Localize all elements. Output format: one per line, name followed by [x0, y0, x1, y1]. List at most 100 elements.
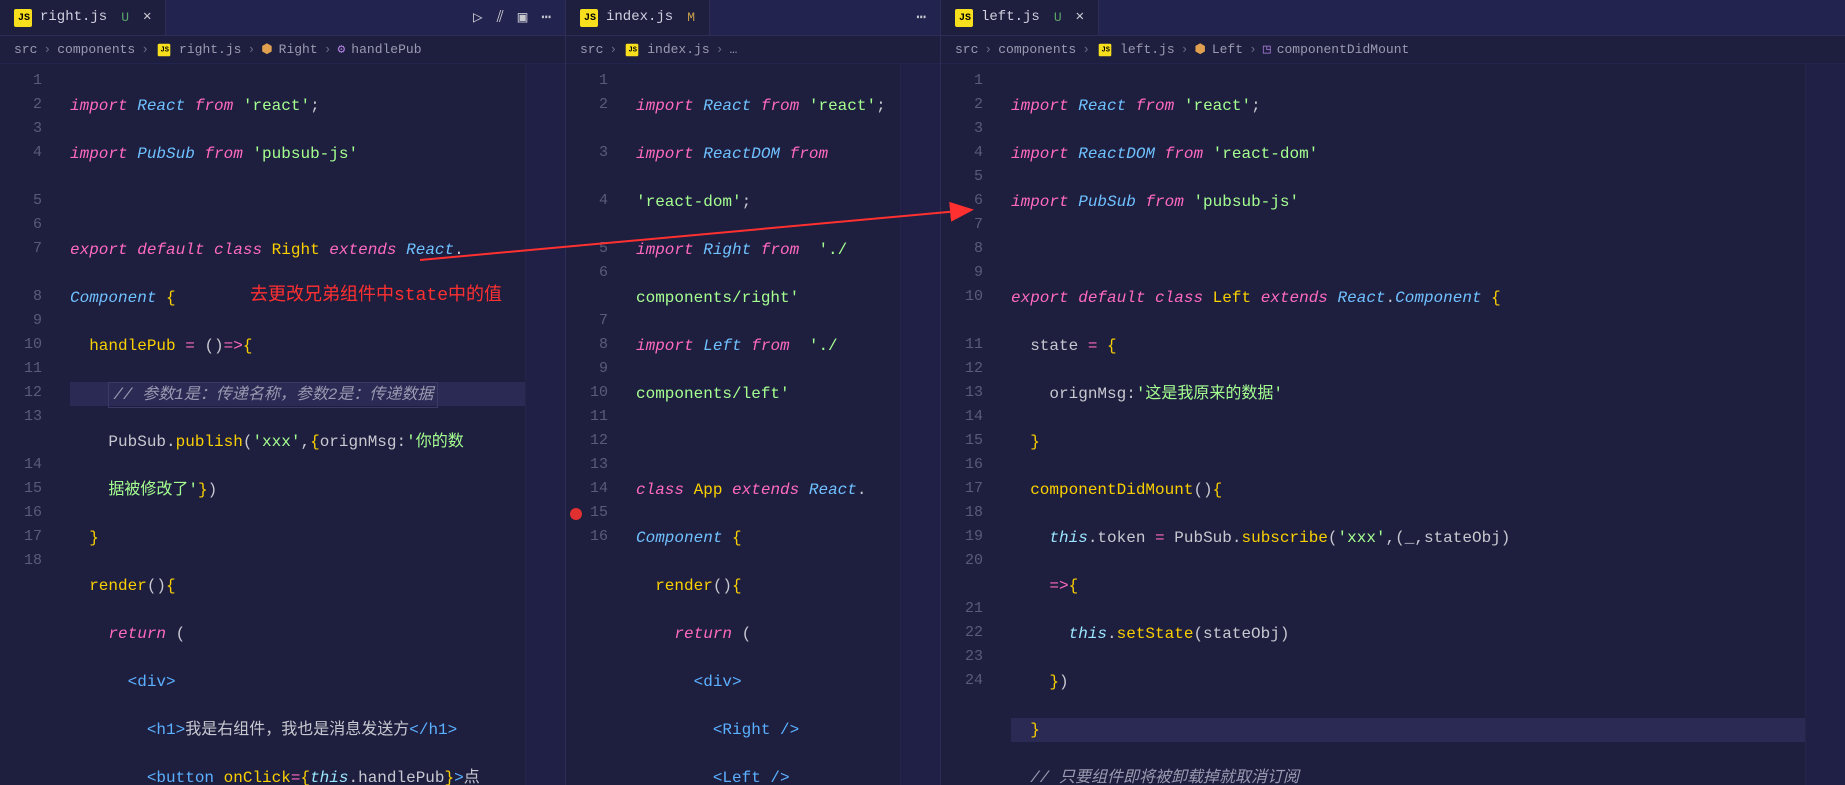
tab-left-js[interactable]: JS left.js U ✕	[941, 0, 1099, 35]
line-number: 3	[566, 142, 626, 166]
bc-item[interactable]: handlePub	[351, 40, 421, 60]
line-number: 17	[941, 478, 1001, 502]
chevron-icon: ›	[43, 40, 51, 60]
bc-item[interactable]: src	[580, 40, 603, 60]
method-icon: ⚙	[337, 40, 345, 60]
line-number: 2	[0, 94, 60, 118]
line-number: 7	[0, 238, 60, 262]
line-number: 12	[941, 358, 1001, 382]
line-number: 13	[0, 406, 60, 430]
line-number: 18	[0, 550, 60, 574]
bc-item[interactable]: src	[955, 40, 978, 60]
breakpoint-icon[interactable]	[570, 508, 582, 520]
tab-right-js[interactable]: JS right.js U ✕	[0, 0, 166, 35]
code-area[interactable]: import React from 'react'; import PubSub…	[60, 64, 525, 785]
more-icon[interactable]: ⋯	[541, 6, 551, 30]
tab-label: right.js	[40, 7, 107, 28]
js-icon: JS	[1099, 43, 1112, 56]
bc-item[interactable]: components	[998, 40, 1076, 60]
line-number: 14	[566, 478, 626, 502]
line-number: 21	[941, 598, 1001, 622]
chevron-icon: ›	[1082, 40, 1090, 60]
line-number: 11	[566, 406, 626, 430]
line-number: 8	[566, 334, 626, 358]
code-area[interactable]: import React from 'react'; import ReactD…	[1001, 64, 1805, 785]
code-area[interactable]: import React from 'react'; import ReactD…	[626, 64, 900, 785]
editor-panel-left: JS left.js U ✕ src › components › JS lef…	[941, 0, 1845, 785]
minimap[interactable]	[525, 64, 565, 785]
js-icon: JS	[955, 9, 973, 27]
code-editor[interactable]: 1 2 3 4 5 6 7 8 9 10 11 12 13 14 15 16 1…	[941, 64, 1845, 785]
bc-item[interactable]: index.js	[647, 40, 709, 60]
code-editor[interactable]: 1 2 3 4 5 6 7 8 9 10 11 12 13 14 15 16 1…	[0, 64, 565, 785]
class-icon: ⬢	[261, 40, 272, 60]
tab-actions: ▷ ⫽ ▣ ⋯	[473, 6, 565, 30]
line-number: 2	[941, 94, 1001, 118]
line-number: 4	[566, 190, 626, 214]
method-icon: ◳	[1263, 40, 1271, 60]
line-number: 12	[0, 382, 60, 406]
line-number: 15	[0, 478, 60, 502]
line-number: 13	[566, 454, 626, 478]
line-number: 11	[941, 334, 1001, 358]
bc-item[interactable]: components	[57, 40, 135, 60]
breadcrumb[interactable]: src › components › JS left.js › ⬢ Left ›…	[941, 36, 1845, 64]
chevron-icon: ›	[609, 40, 617, 60]
line-number: 1	[566, 70, 626, 94]
line-number: 24	[941, 670, 1001, 694]
line-number: 1	[941, 70, 1001, 94]
bc-item[interactable]: …	[729, 40, 737, 60]
line-number: 16	[0, 502, 60, 526]
bc-item[interactable]: Right	[279, 40, 318, 60]
chevron-icon: ›	[247, 40, 255, 60]
line-number: 2	[566, 94, 626, 118]
code-editor[interactable]: 1 2 3 4 5 6 7 8 9 10 11 12 13 14 15 16	[566, 64, 940, 785]
line-number: 5	[941, 166, 1001, 190]
bc-item[interactable]: left.js	[1120, 40, 1175, 60]
layout-icon[interactable]: ▣	[518, 6, 528, 30]
bc-item[interactable]: componentDidMount	[1277, 40, 1410, 60]
line-number: 17	[0, 526, 60, 550]
breadcrumb[interactable]: src › components › JS right.js › ⬢ Right…	[0, 36, 565, 64]
bc-item[interactable]: Left	[1212, 40, 1243, 60]
line-number: 20	[941, 550, 1001, 574]
line-number: 16	[941, 454, 1001, 478]
line-number: 15	[941, 430, 1001, 454]
tabs-bar: JS left.js U ✕	[941, 0, 1845, 36]
run-icon[interactable]: ▷	[473, 6, 483, 30]
line-number: 23	[941, 646, 1001, 670]
line-number: 6	[941, 190, 1001, 214]
line-number: 3	[941, 118, 1001, 142]
minimap[interactable]	[1805, 64, 1845, 785]
breadcrumb[interactable]: src › JS index.js › …	[566, 36, 940, 64]
line-number: 8	[941, 238, 1001, 262]
tabs-bar: JS index.js M ⋯	[566, 0, 940, 36]
bc-item[interactable]: src	[14, 40, 37, 60]
close-icon[interactable]: ✕	[1076, 7, 1084, 28]
line-number: 16	[566, 526, 626, 550]
gutter: 1 2 3 4 5 6 7 8 9 10 11 12 13 14 15 16 1…	[0, 64, 60, 785]
line-number: 15	[566, 502, 626, 526]
chevron-icon: ›	[984, 40, 992, 60]
line-number: 11	[0, 358, 60, 382]
tab-status: U	[1054, 8, 1062, 28]
line-number: 8	[0, 286, 60, 310]
compare-icon[interactable]: ⫽	[497, 6, 504, 30]
gutter: 1 2 3 4 5 6 7 8 9 10 11 12 13 14 15 16	[566, 64, 626, 785]
line-number: 19	[941, 526, 1001, 550]
workspace: 去更改兄弟组件中state中的值 JS right.js U ✕ ▷ ⫽ ▣ ⋯…	[0, 0, 1845, 785]
class-icon: ⬢	[1194, 40, 1205, 60]
chevron-icon: ›	[1249, 40, 1257, 60]
close-icon[interactable]: ✕	[143, 7, 151, 28]
line-number: 6	[566, 262, 626, 286]
tab-index-js[interactable]: JS index.js M	[566, 0, 710, 35]
line-number: 10	[566, 382, 626, 406]
more-icon[interactable]: ⋯	[916, 6, 926, 30]
tab-label: left.js	[981, 7, 1040, 28]
minimap[interactable]	[900, 64, 940, 785]
editor-panel-right: JS right.js U ✕ ▷ ⫽ ▣ ⋯ src › components…	[0, 0, 566, 785]
line-number: 22	[941, 622, 1001, 646]
bc-item[interactable]: right.js	[179, 40, 241, 60]
line-number: 6	[0, 214, 60, 238]
line-number: 10	[0, 334, 60, 358]
